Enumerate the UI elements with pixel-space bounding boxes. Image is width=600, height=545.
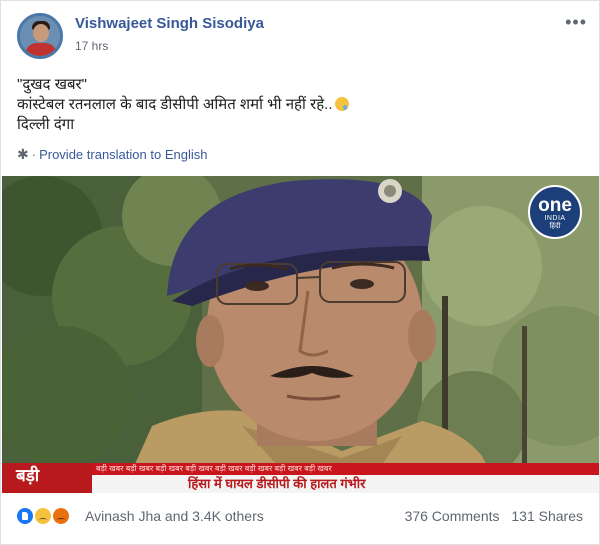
reaction-summary[interactable]: Avinash Jha and 3.4K others xyxy=(85,508,264,524)
ticker-headline: हिंसा में घायल डीसीपी की हालत गंभीर xyxy=(92,475,599,493)
post-text-line-2-content: कांस्टेबल रतनलाल के बाद डीसीपी अमित शर्म… xyxy=(17,96,333,113)
provide-translation-link[interactable]: Provide translation to English xyxy=(39,147,207,162)
avatar-body xyxy=(25,43,57,56)
news-ticker: बड़ी बड़ी खबर बड़ी खबर बड़ी खबर बड़ी खबर… xyxy=(2,463,599,493)
post-text-line: दिल्ली दंगा xyxy=(17,116,75,133)
author-avatar[interactable] xyxy=(17,13,63,59)
post-text-line: "दुखद खबर" xyxy=(17,76,87,93)
author-name[interactable]: Vishwajeet Singh Sisodiya xyxy=(75,15,264,32)
gear-icon: ✱ xyxy=(17,146,29,162)
more-options-icon[interactable]: ••• xyxy=(565,13,587,31)
comments-count[interactable]: 376 Comments xyxy=(405,508,500,524)
like-icon xyxy=(15,506,35,526)
post-text-line-2: कांस्टेबल रतनलाल के बाद डीसीपी अमित शर्म… xyxy=(17,95,587,115)
logo-sub: INDIA xyxy=(544,215,566,222)
reaction-icons[interactable] xyxy=(15,506,79,526)
post-timestamp[interactable]: 17 hrs xyxy=(75,39,108,53)
logo-hindi: हिंदी xyxy=(549,223,561,230)
post-video-thumbnail[interactable]: बड़ी बड़ी खबर बड़ी खबर बड़ी खबर बड़ी खबर… xyxy=(2,176,599,493)
post-header: Vishwajeet Singh Sisodiya 17 hrs ••• xyxy=(15,11,587,61)
avatar-face xyxy=(33,24,49,42)
oneindia-logo: one INDIA हिंदी xyxy=(528,185,582,239)
separator-dot: · xyxy=(31,147,37,162)
facebook-post-card: Vishwajeet Singh Sisodiya 17 hrs ••• "दु… xyxy=(0,0,600,545)
sad-tear-emoji-icon xyxy=(334,97,349,111)
logo-brand: one xyxy=(538,195,572,216)
sad-icon xyxy=(33,506,53,526)
video-frame-illustration xyxy=(2,176,599,493)
breaking-badge: बड़ी xyxy=(2,463,92,493)
post-body-text: "दुखद खबर" कांस्टेबल रतनलाल के बाद डीसीप… xyxy=(17,75,587,135)
translation-row: ✱ · Provide translation to English xyxy=(17,146,207,163)
angry-icon xyxy=(51,506,71,526)
engagement-stats: 376 Comments 131 Shares xyxy=(405,508,583,524)
shares-count[interactable]: 131 Shares xyxy=(511,508,583,524)
post-footer: Avinash Jha and 3.4K others 376 Comments… xyxy=(15,501,587,531)
ticker-strip: बड़ी खबर बड़ी खबर बड़ी खबर बड़ी खबर बड़ी… xyxy=(92,463,599,475)
